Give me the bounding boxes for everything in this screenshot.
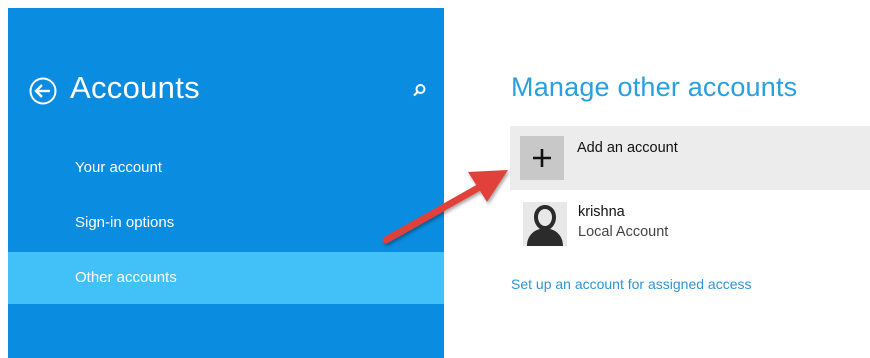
sidebar: Accounts Your account Sign-in options Ot… [8,8,444,358]
sidebar-item-label: Sign-in options [75,214,175,231]
back-button[interactable] [28,76,58,106]
page-title: Manage other accounts [511,72,798,102]
search-button[interactable] [408,80,430,102]
sidebar-item-label: Other accounts [75,269,177,286]
avatar [523,202,567,246]
account-item-krishna[interactable]: krishna Local Account [510,196,870,252]
back-arrow-circle-icon [29,77,57,105]
add-tile [520,136,564,180]
sidebar-item-sign-in-options[interactable]: Sign-in options [8,197,444,249]
sidebar-item-other-accounts[interactable]: Other accounts [8,252,444,304]
sidebar-item-label: Your account [75,159,163,176]
account-type: Local Account [578,224,669,240]
sidebar-title: Accounts [70,70,200,105]
search-icon [413,84,426,97]
settings-window: Accounts Your account Sign-in options Ot… [0,0,870,358]
add-account-label: Add an account [577,140,678,156]
account-name: krishna [578,204,625,220]
plus-icon [533,149,551,167]
sidebar-item-your-account[interactable]: Your account [8,142,444,194]
user-silhouette-icon [523,202,567,246]
assigned-access-link[interactable]: Set up an account for assigned access [511,276,751,292]
add-account-button[interactable]: Add an account [510,126,870,190]
